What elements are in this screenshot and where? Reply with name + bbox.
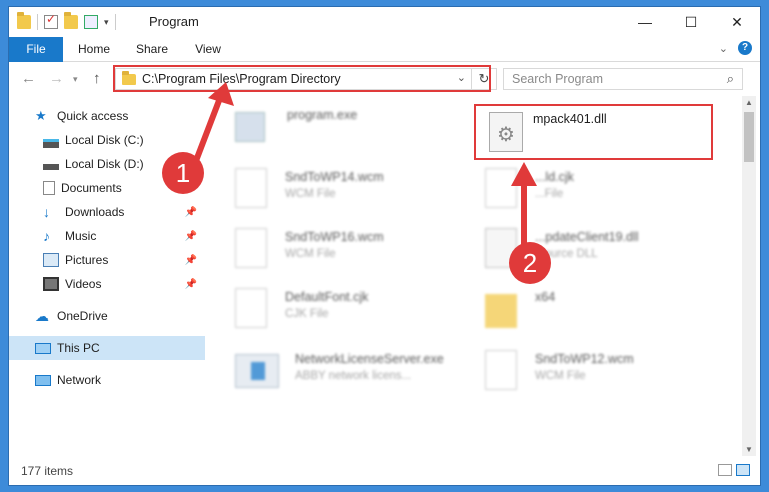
annotation-arrows: [191, 82, 537, 246]
arrow-1-shaft: [191, 96, 223, 168]
step-badge-1: 1: [162, 152, 204, 194]
arrow-2-head: [511, 162, 537, 186]
step-badge-2: 2: [509, 242, 551, 284]
